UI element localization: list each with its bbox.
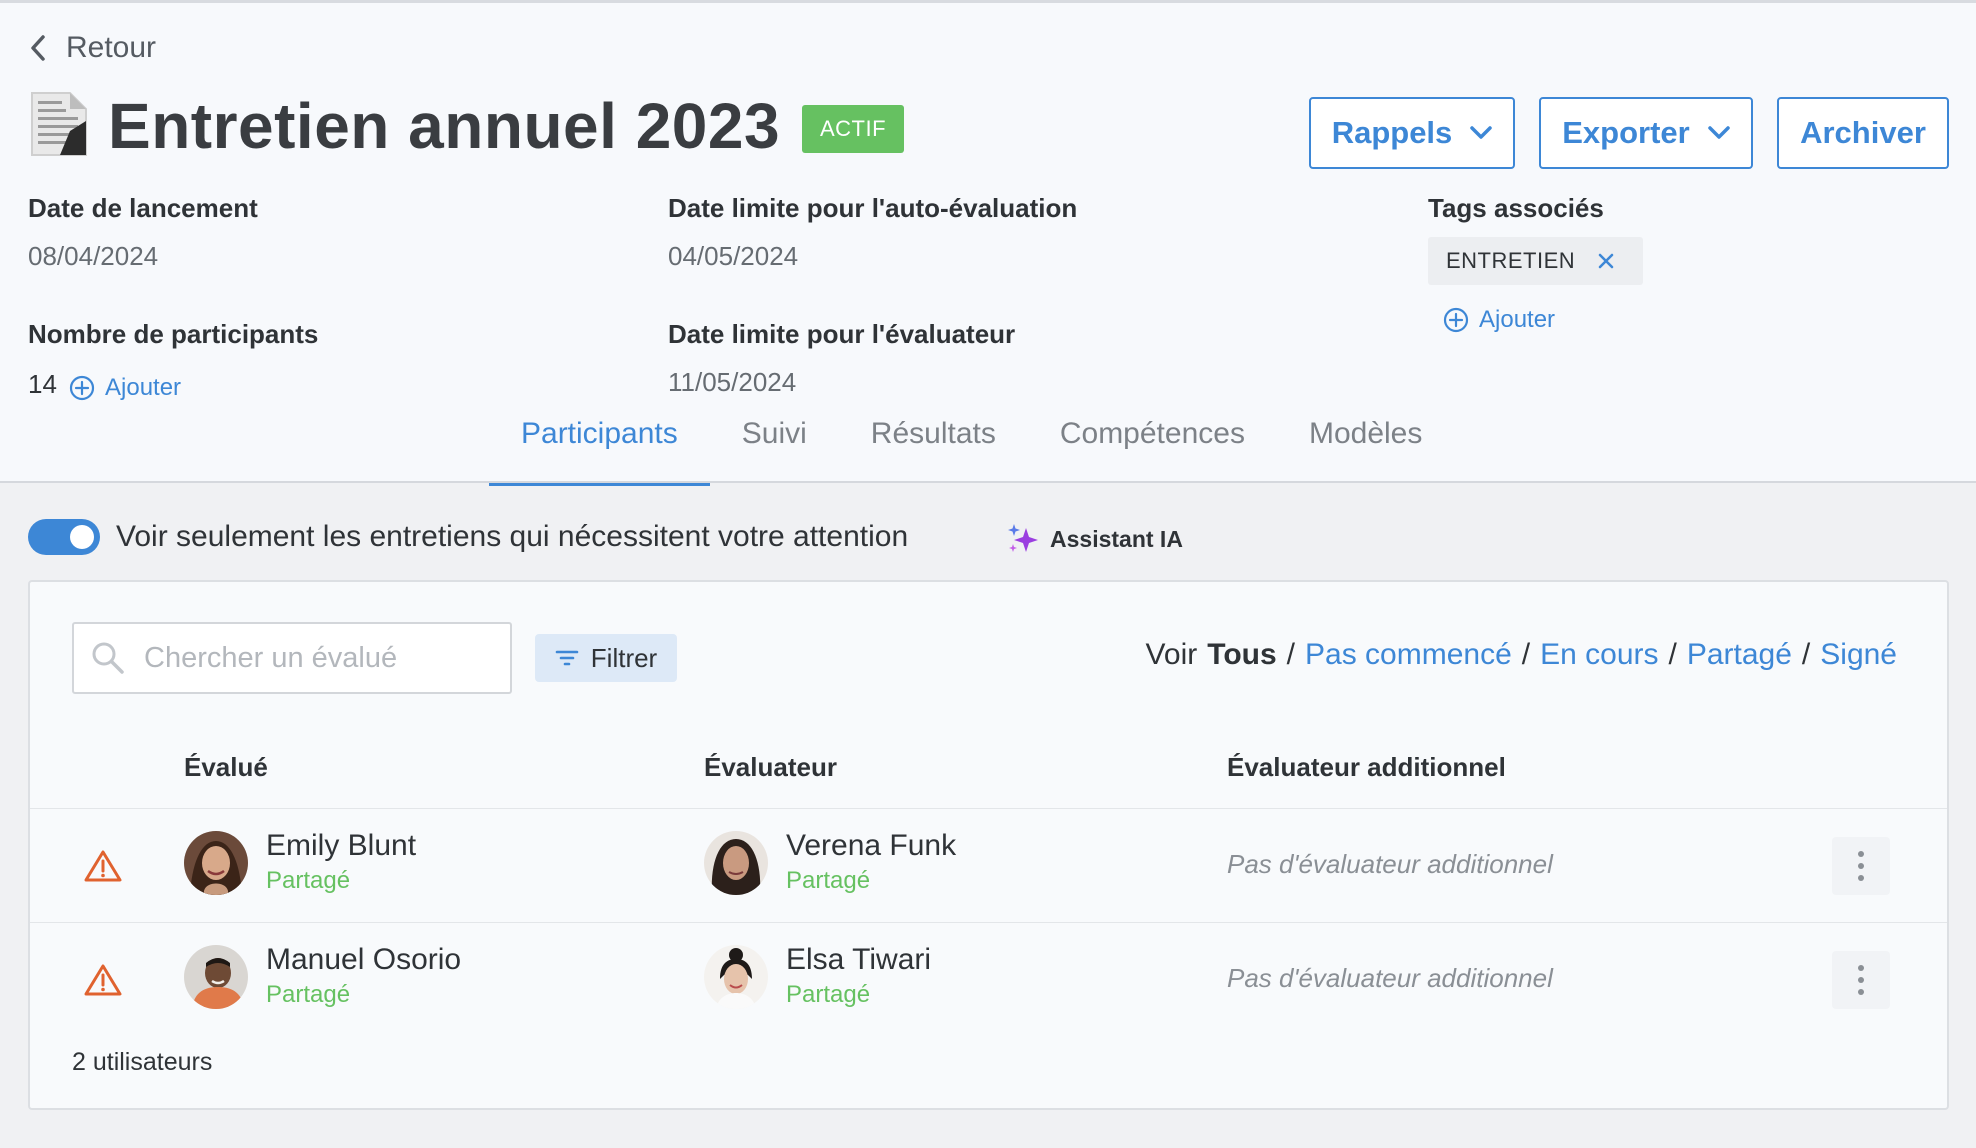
page-title: Entretien annuel 2023 [108, 90, 781, 162]
avatar[interactable] [184, 945, 248, 1009]
evaluee-status: Partagé [266, 867, 351, 894]
evaluator-name[interactable]: Elsa Tiwari [786, 943, 931, 977]
view-signed[interactable]: Signé [1820, 638, 1897, 672]
more-vertical-icon [1858, 851, 1864, 881]
warning-icon [84, 964, 122, 996]
tab-bar: Participants Suivi Résultats Compétences… [489, 417, 1454, 486]
sparkle-icon [1008, 524, 1038, 552]
search-input[interactable] [144, 641, 504, 675]
user-count: 2 utilisateurs [72, 1048, 213, 1076]
more-vertical-icon [1858, 965, 1864, 995]
back-label: Retour [66, 31, 157, 64]
tab-modeles[interactable]: Modèles [1277, 417, 1454, 486]
search-icon [92, 642, 124, 674]
status-view-filter: Voir Tous / Pas commencé / En cours / Pa… [1146, 638, 1897, 672]
self-eval-deadline-label: Date limite pour l'auto-évaluation [668, 193, 1078, 223]
evaluator-status: Partagé [786, 981, 871, 1008]
evaluee-status: Partagé [266, 981, 351, 1008]
row-menu-button[interactable] [1832, 837, 1890, 895]
avatar-image [704, 831, 768, 895]
launch-date-value: 08/04/2024 [28, 241, 159, 271]
table-row[interactable]: Emily Blunt Partagé Verena Funk Partagé … [30, 808, 1947, 922]
evaluator-deadline-value: 11/05/2024 [668, 367, 797, 397]
evaluator-deadline-label: Date limite pour l'évaluateur [668, 319, 1016, 349]
avatar[interactable] [704, 831, 768, 895]
column-header-evaluee[interactable]: Évalué [184, 752, 268, 783]
export-button[interactable]: Exporter [1539, 97, 1753, 169]
attention-toggle-label: Voir seulement les entretiens qui nécess… [116, 520, 909, 553]
self-eval-deadline-value: 04/05/2024 [668, 241, 799, 271]
view-separator: / [1801, 638, 1811, 671]
archive-button[interactable]: Archiver [1777, 97, 1949, 169]
view-separator: / [1286, 638, 1296, 671]
view-shared[interactable]: Partagé [1687, 638, 1792, 672]
tags-label: Tags associés [1428, 193, 1604, 223]
table-row[interactable]: Manuel Osorio Partagé Elsa Tiwari Partag… [30, 922, 1947, 1036]
tab-participants[interactable]: Participants [489, 417, 710, 486]
row-menu-button[interactable] [1832, 951, 1890, 1009]
evaluee-name[interactable]: Manuel Osorio [266, 943, 461, 977]
avatar[interactable] [704, 945, 768, 1009]
chevron-left-icon [31, 35, 45, 61]
filter-button[interactable]: Filtrer [535, 634, 677, 682]
chevron-down-icon [1707, 126, 1730, 139]
add-participants-label: Ajouter [105, 374, 182, 401]
tag-chip-label: ENTRETIEN [1446, 248, 1576, 273]
search-box [72, 622, 512, 694]
evaluator-name[interactable]: Verena Funk [786, 829, 956, 863]
ai-assistant-label: Assistant IA [1050, 525, 1183, 552]
status-badge: ACTIF [802, 105, 905, 153]
page-header: Retour Entretien annuel 2023 ACTIF Rappe… [0, 0, 1976, 486]
additional-evaluator-empty: Pas d'évaluateur additionnel [1227, 849, 1553, 879]
avatar-image [184, 831, 248, 895]
plus-circle-icon [69, 375, 95, 401]
view-separator: / [1521, 638, 1531, 671]
ai-assistant-button[interactable]: Assistant IA [1006, 522, 1183, 556]
close-icon[interactable] [1597, 252, 1615, 270]
chevron-down-icon [1470, 126, 1493, 139]
view-prefix: Voir [1145, 638, 1198, 671]
view-in-progress[interactable]: En cours [1540, 638, 1658, 672]
view-all[interactable]: Tous [1207, 638, 1276, 672]
evaluator-status: Partagé [786, 867, 871, 894]
column-header-evaluator[interactable]: Évaluateur [704, 752, 837, 783]
export-button-label: Exporter [1562, 115, 1690, 150]
tab-suivi[interactable]: Suivi [710, 417, 839, 486]
view-not-started[interactable]: Pas commencé [1305, 638, 1512, 672]
column-header-additional-evaluator[interactable]: Évaluateur additionnel [1227, 752, 1506, 783]
document-icon [31, 92, 87, 156]
avatar-image [184, 945, 248, 1009]
participants-label: Nombre de participants [28, 319, 319, 349]
avatar[interactable] [184, 831, 248, 895]
additional-evaluator-empty: Pas d'évaluateur additionnel [1227, 963, 1553, 993]
archive-button-label: Archiver [1800, 115, 1926, 150]
back-link[interactable]: Retour [28, 31, 156, 65]
filter-icon [555, 650, 579, 666]
participants-card: Filtrer Voir Tous / Pas commencé / En co… [28, 580, 1949, 1110]
filter-button-label: Filtrer [590, 642, 658, 673]
participants-count: 14 [28, 369, 57, 399]
attention-toggle[interactable] [28, 519, 100, 555]
evaluee-name[interactable]: Emily Blunt [266, 829, 416, 863]
launch-date-label: Date de lancement [28, 193, 258, 223]
warning-icon [84, 850, 122, 882]
reminders-button[interactable]: Rappels [1309, 97, 1515, 169]
tab-competences[interactable]: Compétences [1028, 417, 1277, 486]
plus-circle-icon [1443, 307, 1469, 333]
tab-resultats[interactable]: Résultats [839, 417, 1028, 486]
add-tag-link[interactable]: Ajouter [1443, 306, 1555, 334]
add-participants-link[interactable]: Ajouter [69, 374, 181, 402]
avatar-image [704, 945, 768, 1009]
view-separator: / [1668, 638, 1677, 671]
add-tag-label: Ajouter [1479, 306, 1556, 333]
reminders-button-label: Rappels [1331, 115, 1453, 150]
tag-chip: ENTRETIEN [1428, 237, 1643, 285]
